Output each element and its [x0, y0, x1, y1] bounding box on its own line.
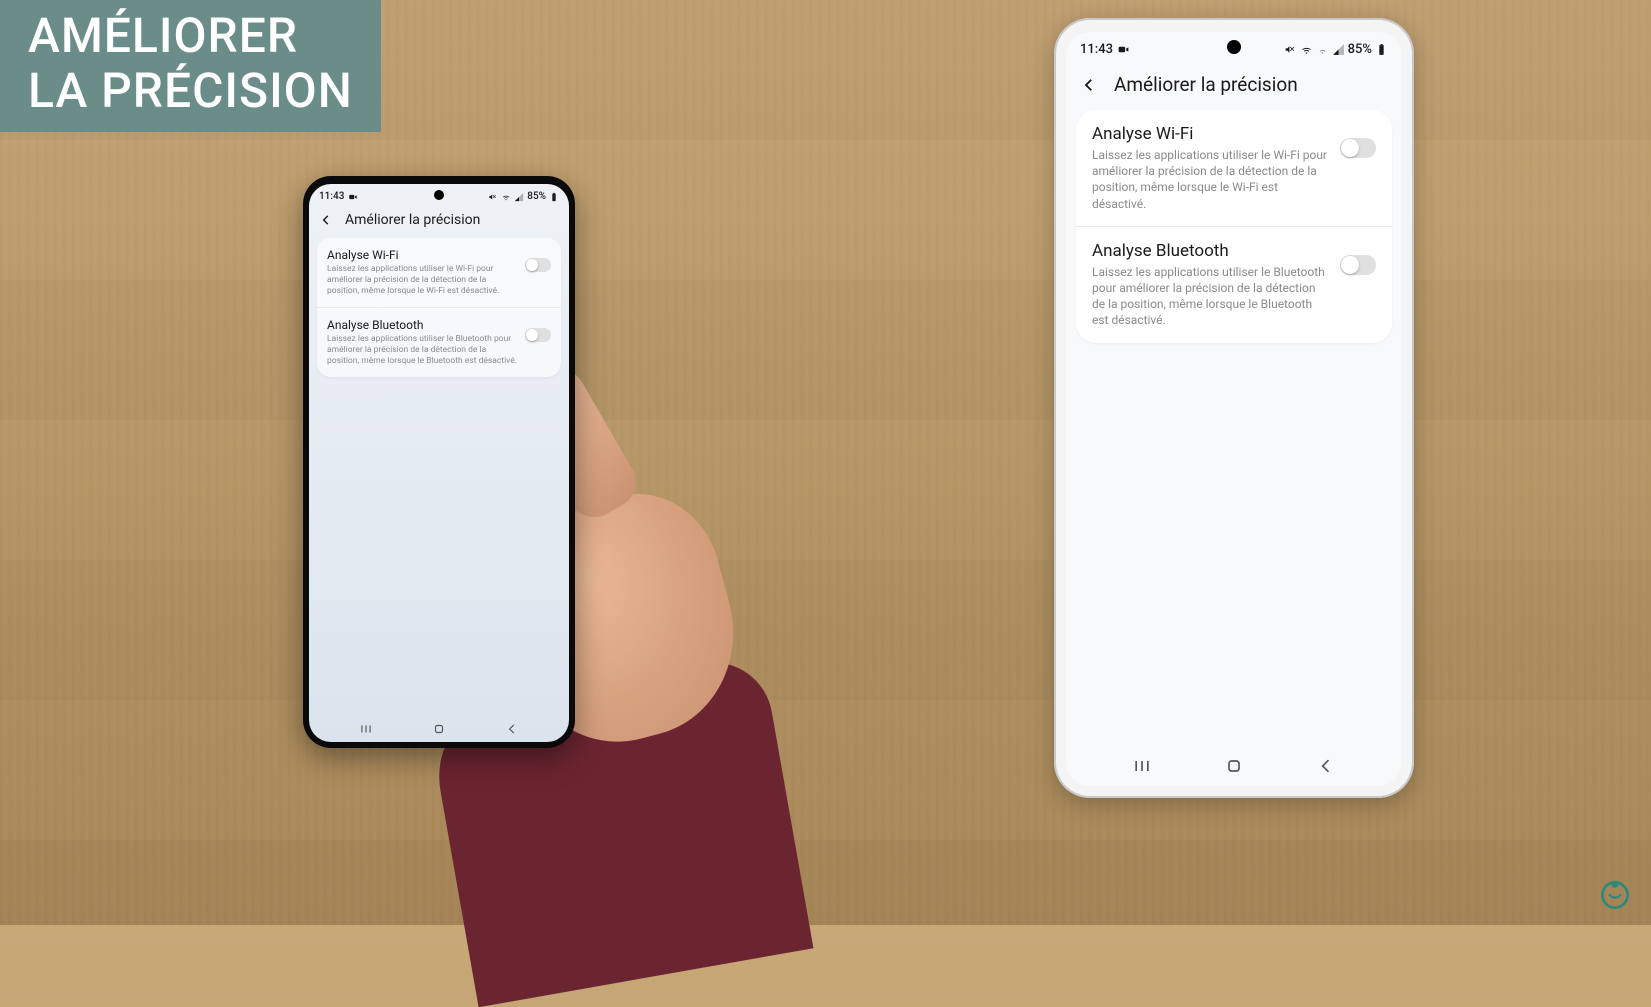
wifi-icon — [1300, 43, 1313, 56]
status-time: 11:43 — [319, 191, 344, 202]
settings-card: Analyse Wi-Fi Laissez les applications u… — [1076, 110, 1392, 343]
setting-row-bluetooth[interactable]: Analyse Bluetooth Laissez les applicatio… — [1076, 226, 1392, 343]
nav-recents[interactable] — [1132, 756, 1152, 776]
app-bar: Améliorer la précision — [309, 206, 569, 238]
status-time: 11:43 — [1080, 42, 1113, 57]
camera-hole — [1227, 40, 1241, 54]
brand-logo-icon — [1597, 877, 1633, 913]
wifi-title: Analyse Wi-Fi — [1092, 124, 1328, 144]
setting-row-bluetooth[interactable]: Analyse Bluetooth Laissez les applicatio… — [317, 307, 561, 377]
wifi-title: Analyse Wi-Fi — [327, 248, 517, 262]
page-title: Améliorer la précision — [1114, 73, 1298, 96]
nav-home[interactable] — [1224, 756, 1244, 776]
title-line-2: LA PRÉCISION — [28, 63, 353, 118]
record-icon — [1117, 43, 1130, 56]
record-icon — [348, 192, 358, 202]
bluetooth-title: Analyse Bluetooth — [327, 318, 517, 332]
wifi-desc: Laissez les applications utiliser le Wi-… — [1092, 147, 1328, 212]
app-bar: Améliorer la précision — [1066, 63, 1402, 110]
back-button[interactable] — [1080, 76, 1098, 94]
video-title-overlay: AMÉLIORER LA PRÉCISION — [0, 0, 381, 132]
title-line-1: AMÉLIORER — [28, 8, 353, 63]
signal-icon — [1332, 43, 1345, 56]
physical-phone: 11:43 85% — [303, 176, 575, 748]
camera-hole — [434, 190, 444, 200]
page-title: Améliorer la précision — [345, 212, 480, 228]
battery-icon — [549, 192, 559, 202]
bluetooth-desc: Laissez les applications utiliser le Blu… — [327, 334, 517, 367]
bluetooth-desc: Laissez les applications utiliser le Blu… — [1092, 264, 1328, 329]
battery-percent: 85% — [1348, 42, 1372, 57]
mute-icon — [488, 192, 498, 202]
wifi-desc: Laissez les applications utiliser le Wi-… — [327, 264, 517, 297]
bluetooth-toggle[interactable] — [1340, 255, 1376, 275]
phone-render: 11:43 85% — [1054, 18, 1414, 798]
battery-icon — [1375, 43, 1388, 56]
nav-home[interactable] — [432, 722, 446, 736]
wifi-icon-2 — [1316, 43, 1329, 56]
back-button[interactable] — [319, 213, 333, 227]
wifi-toggle[interactable] — [1340, 138, 1376, 158]
mute-icon — [1284, 43, 1297, 56]
settings-content: Analyse Wi-Fi Laissez les applications u… — [1066, 110, 1402, 742]
render-phone-screen: 11:43 85% — [1066, 32, 1402, 786]
setting-row-wifi[interactable]: Analyse Wi-Fi Laissez les applications u… — [317, 238, 561, 307]
signal-icon — [514, 192, 524, 202]
settings-content: Analyse Wi-Fi Laissez les applications u… — [309, 238, 569, 714]
nav-back[interactable] — [505, 722, 519, 736]
nav-recents[interactable] — [359, 722, 373, 736]
wifi-icon — [501, 192, 511, 202]
bluetooth-title: Analyse Bluetooth — [1092, 241, 1328, 261]
physical-phone-screen: 11:43 85% — [309, 184, 569, 742]
bluetooth-toggle[interactable] — [525, 328, 551, 342]
settings-card: Analyse Wi-Fi Laissez les applications u… — [317, 238, 561, 377]
battery-percent: 85% — [527, 191, 546, 202]
nav-bar — [309, 714, 569, 742]
wifi-toggle[interactable] — [525, 258, 551, 272]
nav-back[interactable] — [1316, 756, 1336, 776]
setting-row-wifi[interactable]: Analyse Wi-Fi Laissez les applications u… — [1076, 110, 1392, 226]
nav-bar — [1066, 742, 1402, 786]
